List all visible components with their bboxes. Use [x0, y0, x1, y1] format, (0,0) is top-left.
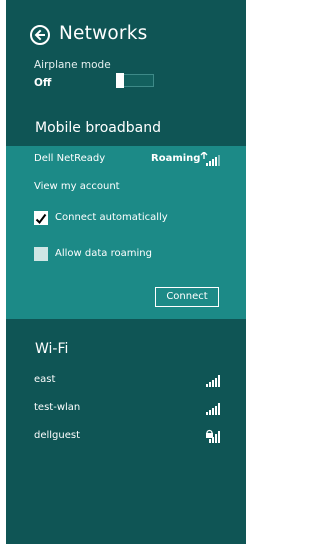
page-title: Networks [59, 23, 148, 44]
mobile-network-name: Dell NetReady [34, 153, 106, 164]
connect-automatically-checkbox[interactable] [34, 211, 48, 225]
allow-data-roaming-checkbox[interactable] [34, 247, 48, 261]
allow-data-roaming-label: Allow data roaming [55, 248, 152, 259]
connect-automatically-label: Connect automatically [55, 212, 168, 223]
wifi-network-item[interactable]: test-wlan [34, 402, 220, 418]
view-my-account-link[interactable]: View my account [34, 181, 120, 192]
roaming-status: Roaming [151, 153, 201, 164]
mobile-broadband-heading: Mobile broadband [35, 120, 161, 136]
back-arrow-icon [34, 29, 45, 41]
airplane-mode-toggle[interactable] [116, 73, 154, 88]
wifi-network-item[interactable]: east [34, 374, 220, 390]
connect-button[interactable]: Connect [155, 287, 219, 307]
wifi-secured-signal-icon [206, 428, 220, 447]
toggle-thumb[interactable] [116, 73, 124, 88]
wifi-signal-icon [206, 372, 220, 391]
wifi-network-name: test-wlan [34, 402, 81, 413]
wifi-network-item[interactable]: dellguest [34, 428, 220, 447]
airplane-mode-label: Airplane mode [34, 59, 111, 71]
back-button[interactable] [30, 25, 50, 45]
wifi-network-name: dellguest [34, 430, 81, 441]
airplane-mode-state: Off [34, 77, 52, 89]
wifi-heading: Wi-Fi [35, 341, 69, 357]
wifi-network-name: east [34, 374, 56, 385]
mobile-signal-roaming-icon [200, 151, 220, 170]
wifi-signal-icon [206, 400, 220, 419]
checkmark-icon [35, 213, 47, 225]
